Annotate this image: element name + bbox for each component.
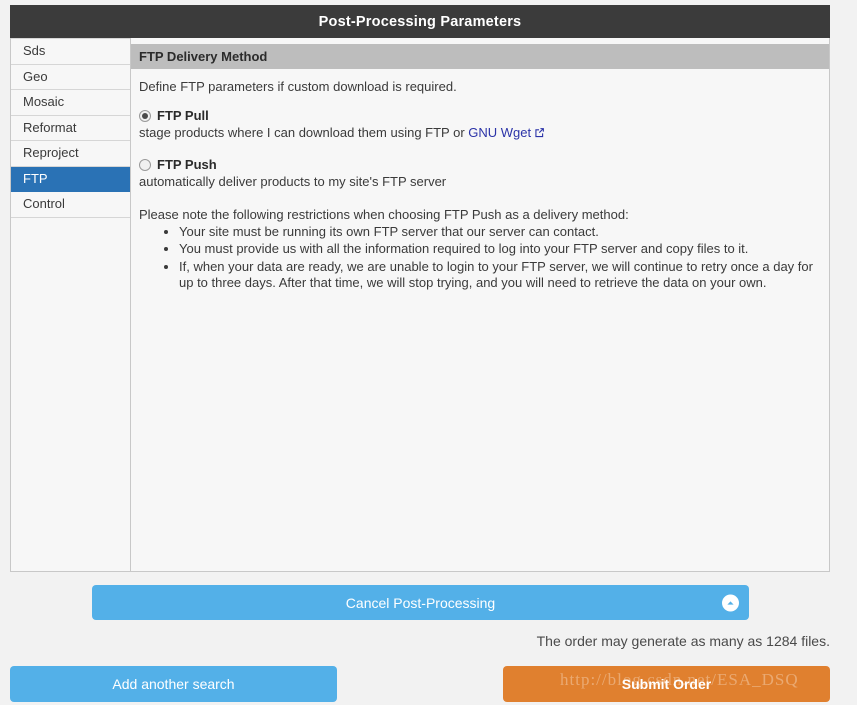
ftp-push-row[interactable]: FTP Push	[139, 157, 819, 172]
gnu-wget-link-label: GNU Wget	[468, 125, 532, 140]
ftp-push-label: FTP Push	[157, 157, 217, 172]
sidebar-item-label: Sds	[23, 43, 46, 58]
section-intro: Define FTP parameters if custom download…	[139, 79, 457, 94]
submit-order-button[interactable]: Submit Order	[503, 666, 830, 702]
panel-body: Sds Geo Mosaic Reformat Reproject FTP Co…	[10, 38, 830, 572]
list-item: You must provide us with all the informa…	[179, 241, 819, 257]
ftp-pull-label: FTP Pull	[157, 108, 209, 123]
ftp-push-radio[interactable]	[139, 158, 151, 171]
ftp-pull-description: stage products where I can download them…	[139, 123, 819, 141]
ftp-push-option[interactable]: FTP Push automatically deliver products …	[139, 157, 819, 189]
sidebar-item-control[interactable]: Control	[11, 192, 130, 218]
cancel-post-processing-button[interactable]: Cancel Post-Processing	[92, 585, 749, 620]
list-item: If, when your data are ready, we are una…	[179, 259, 819, 292]
post-processing-panel: Post-Processing Parameters Sds Geo Mosai…	[10, 5, 830, 572]
sidebar-item-ftp[interactable]: FTP	[11, 166, 130, 192]
sidebar-item-label: Geo	[23, 68, 48, 84]
sidebar-item-label: Reproject	[23, 145, 79, 160]
file-count-text: The order may generate as many as 1284 f…	[536, 633, 830, 649]
submit-order-label: Submit Order	[621, 676, 712, 692]
page-title: Post-Processing Parameters	[318, 13, 522, 30]
sidebar-item-label: FTP	[23, 170, 48, 186]
ftp-pull-radio[interactable]	[139, 109, 151, 122]
sidebar-item-label: Mosaic	[23, 94, 65, 109]
gnu-wget-link[interactable]: GNU Wget	[468, 125, 531, 140]
ftp-pull-description-text: stage products where I can download them…	[139, 125, 469, 140]
external-link-icon	[534, 126, 545, 141]
add-another-search-label: Add another search	[112, 676, 235, 692]
ftp-pull-row[interactable]: FTP Pull	[139, 108, 819, 123]
list-item: Your site must be running its own FTP se…	[179, 224, 819, 240]
section-title: FTP Delivery Method	[131, 44, 829, 69]
cancel-post-processing-label: Cancel Post-Processing	[345, 594, 496, 611]
sidebar-item-label: Control	[23, 196, 65, 211]
sidebar-item-reformat[interactable]: Reformat	[11, 115, 130, 141]
chevron-up-circle-icon[interactable]	[722, 594, 739, 611]
ftp-push-restrictions: Please note the following restrictions w…	[131, 189, 829, 291]
ftp-settings-content: FTP Delivery Method Define FTP parameter…	[131, 38, 829, 571]
add-another-search-button[interactable]: Add another search	[10, 666, 337, 702]
sidebar-item-label: Reformat	[23, 119, 77, 135]
sidebar-list: Sds Geo Mosaic Reformat Reproject FTP Co…	[11, 38, 130, 218]
sidebar-item-geo[interactable]: Geo	[11, 64, 130, 90]
restrictions-intro: Please note the following restrictions w…	[139, 207, 629, 222]
sidebar: Sds Geo Mosaic Reformat Reproject FTP Co…	[11, 38, 131, 571]
sidebar-item-mosaic[interactable]: Mosaic	[11, 90, 130, 116]
ftp-push-description: automatically deliver products to my sit…	[139, 174, 447, 189]
panel-header: Post-Processing Parameters	[10, 5, 830, 38]
sidebar-item-reproject[interactable]: Reproject	[11, 141, 130, 167]
ftp-delivery-radio-group: FTP Pull stage products where I can down…	[131, 94, 829, 189]
restrictions-list: Your site must be running its own FTP se…	[139, 224, 819, 291]
ftp-pull-option[interactable]: FTP Pull stage products where I can down…	[139, 108, 819, 141]
sidebar-item-sds[interactable]: Sds	[11, 39, 130, 65]
